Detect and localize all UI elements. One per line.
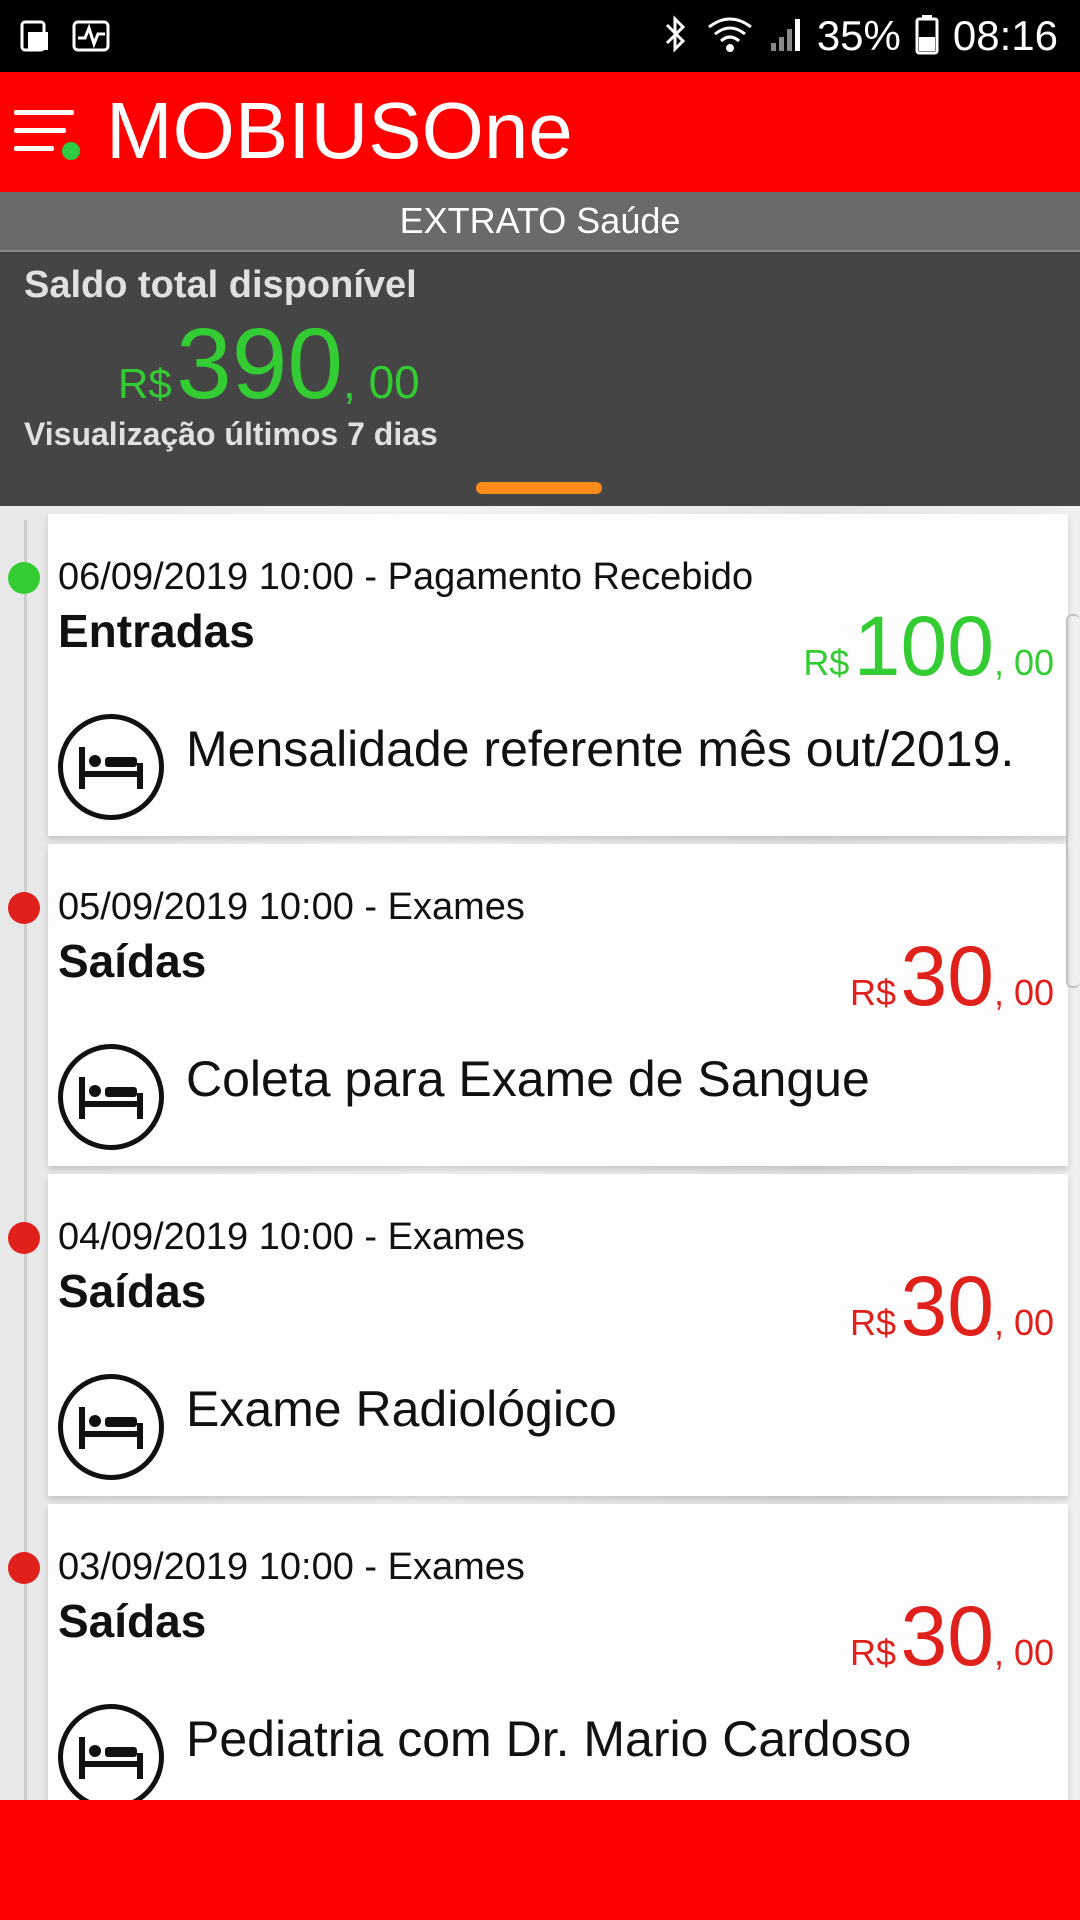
sim-icon <box>18 18 58 54</box>
bed-icon <box>58 1704 164 1800</box>
transaction-kind: Saídas <box>58 1265 207 1317</box>
page-title: EXTRATO Saúde <box>0 192 1080 252</box>
transaction-amount: R$ 100, 00 <box>803 598 1054 695</box>
list-item[interactable]: 06/09/2019 10:00 - Pagamento Recebido En… <box>0 514 1080 844</box>
list-item[interactable]: 03/09/2019 10:00 - Exames Saídas R$ 30, … <box>0 1504 1080 1800</box>
battery-icon <box>915 13 939 60</box>
balance-amount: R$ 390, 00 <box>118 314 420 414</box>
balance-period: Visualização últimos 7 dias <box>24 416 438 452</box>
balance-label: Saldo total disponível <box>24 264 417 306</box>
bed-icon <box>58 1044 164 1150</box>
amount-decimal: , 00 <box>993 1632 1054 1673</box>
bluetooth-icon <box>661 13 691 60</box>
app-title: MOBIUSOne <box>106 86 573 175</box>
transaction-header: 04/09/2019 10:00 - Exames <box>58 1216 525 1258</box>
amount-currency: R$ <box>850 972 897 1013</box>
timeline-dot <box>8 1222 40 1254</box>
amount-integer: 100 <box>853 599 994 693</box>
balance-integer: 390 <box>176 308 344 420</box>
battery-percent: 35% <box>816 12 901 59</box>
amount-integer: 30 <box>900 1589 994 1683</box>
activity-icon <box>72 18 112 54</box>
status-left-icons <box>18 18 112 54</box>
amount-integer: 30 <box>900 929 994 1023</box>
balance-decimal: , 00 <box>343 356 420 408</box>
transaction-kind: Entradas <box>58 605 255 657</box>
balance-currency: R$ <box>118 360 172 407</box>
amount-decimal: , 00 <box>993 1302 1054 1343</box>
transactions-list[interactable]: 06/09/2019 10:00 - Pagamento Recebido En… <box>0 506 1080 1800</box>
amount-decimal: , 00 <box>993 972 1054 1013</box>
signal-icon <box>769 13 803 60</box>
bed-icon <box>58 1374 164 1480</box>
wifi-icon <box>705 13 755 60</box>
list-item[interactable]: 05/09/2019 10:00 - Exames Saídas R$ 30, … <box>0 844 1080 1174</box>
menu-icon[interactable] <box>14 102 80 162</box>
transaction-description: Pediatria com Dr. Mario Cardoso <box>186 1711 912 1767</box>
status-right: 35% 08:16 <box>661 10 1058 62</box>
amount-integer: 30 <box>900 1259 994 1353</box>
app-bar: MOBIUSOne <box>0 72 1080 192</box>
transaction-description: Exame Radiológico <box>186 1381 617 1437</box>
transaction-kind: Saídas <box>58 1595 207 1647</box>
panel-drag-handle[interactable] <box>476 482 602 494</box>
amount-currency: R$ <box>850 1632 897 1673</box>
scrollbar[interactable] <box>1066 614 1080 988</box>
transaction-amount: R$ 30, 00 <box>850 1588 1054 1685</box>
timeline-dot <box>8 562 40 594</box>
transaction-kind: Saídas <box>58 935 207 987</box>
transaction-header: 03/09/2019 10:00 - Exames <box>58 1546 525 1588</box>
transaction-header: 05/09/2019 10:00 - Exames <box>58 886 525 928</box>
transaction-description: Mensalidade referente mês out/2019. <box>186 721 1015 777</box>
timeline-dot <box>8 1552 40 1584</box>
bottom-bar <box>0 1800 1080 1920</box>
transaction-header: 06/09/2019 10:00 - Pagamento Recebido <box>58 556 754 598</box>
amount-currency: R$ <box>803 642 850 683</box>
online-indicator <box>62 142 80 160</box>
transaction-amount: R$ 30, 00 <box>850 928 1054 1025</box>
transaction-amount: R$ 30, 00 <box>850 1258 1054 1355</box>
clock: 08:16 <box>952 12 1058 59</box>
amount-decimal: , 00 <box>993 642 1054 683</box>
status-bar: 35% 08:16 <box>0 0 1080 72</box>
list-item[interactable]: 04/09/2019 10:00 - Exames Saídas R$ 30, … <box>0 1174 1080 1504</box>
timeline-dot <box>8 892 40 924</box>
amount-currency: R$ <box>850 1302 897 1343</box>
transaction-description: Coleta para Exame de Sangue <box>186 1051 870 1107</box>
balance-panel: Saldo total disponível R$ 390, 00 Visual… <box>0 252 1080 506</box>
bed-icon <box>58 714 164 820</box>
